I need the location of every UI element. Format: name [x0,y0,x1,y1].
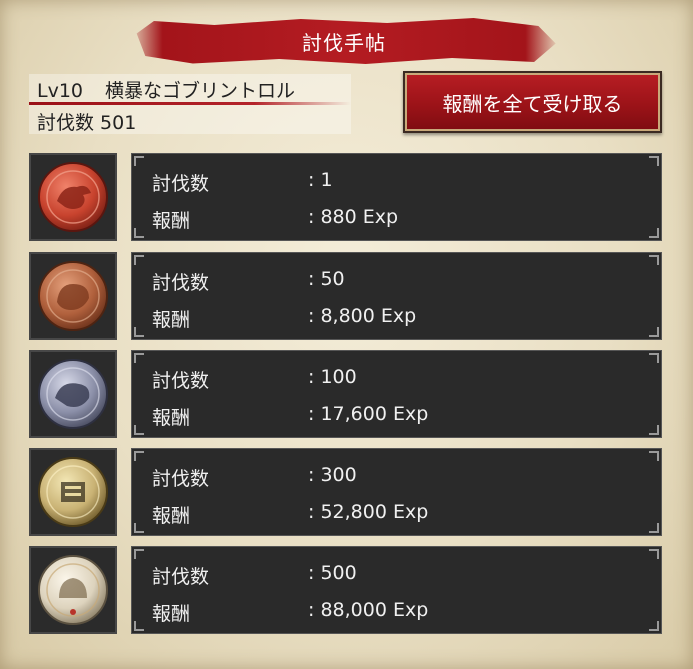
kills-value: : 50 [308,268,345,290]
kills-label: 討伐数 [152,468,210,490]
reward-label: 報酬 [152,505,191,527]
reward-value: : 88,000 Exp [308,599,429,621]
reward-label: 報酬 [152,210,191,232]
reward-panel: 討伐数 : 300 報酬 : 52,800 Exp [131,448,662,536]
reward-value: : 880 Exp [308,206,399,228]
reward-panel: 討伐数 : 50 報酬 : 8,800 Exp [131,252,662,340]
reward-panel: 討伐数 : 100 報酬 : 17,600 Exp [131,350,662,438]
kills-label: 討伐数 [152,566,210,588]
reward-label: 報酬 [152,309,191,331]
monster-name: 横暴なゴブリントロル [105,80,296,102]
medal-frame [29,546,117,634]
kills-value: : 1 [308,169,333,191]
reward-value: : 17,600 Exp [308,403,429,425]
pearl-crest-medal-icon [37,554,109,626]
reward-value: : 8,800 Exp [308,305,417,327]
claim-all-rewards-button[interactable]: 報酬を全て受け取る [403,71,662,133]
medal-frame [29,252,117,340]
red-beast-medal-icon [37,161,109,233]
kills-value: : 300 [308,464,357,486]
reward-row: 討伐数 : 300 報酬 : 52,800 Exp [29,448,662,536]
title-banner: 討伐手帖 [136,18,556,64]
reward-panel: 討伐数 : 1 報酬 : 880 Exp [131,153,662,241]
medal-frame [29,153,117,241]
kills-label: 討伐数 [152,370,210,392]
reward-label: 報酬 [152,603,191,625]
silver-beast-medal-icon [37,358,109,430]
page-title: 討伐手帖 [302,30,386,55]
kills-value: : 500 [308,562,357,584]
medal-frame [29,448,117,536]
reward-label: 報酬 [152,407,191,429]
monster-level: Lv10 [37,80,84,102]
monster-info: Lv10 横暴なゴブリントロル 討伐数 501 [29,74,351,134]
reward-row: 討伐数 : 50 報酬 : 8,800 Exp [29,252,662,340]
kills-value: : 100 [308,366,357,388]
reward-panel: 討伐数 : 500 報酬 : 88,000 Exp [131,546,662,634]
reward-row: 討伐数 : 500 報酬 : 88,000 Exp [29,546,662,634]
kills-label: 討伐数 [152,173,210,195]
reward-value: : 52,800 Exp [308,501,429,523]
gold-crest-medal-icon [37,456,109,528]
reward-row: 討伐数 : 100 報酬 : 17,600 Exp [29,350,662,438]
total-kill-count: 討伐数 501 [37,112,137,134]
bronze-beast-medal-icon [37,260,109,332]
divider [29,102,351,105]
reward-row: 討伐数 : 1 報酬 : 880 Exp [29,153,662,241]
kills-label: 討伐数 [152,272,210,294]
medal-frame [29,350,117,438]
